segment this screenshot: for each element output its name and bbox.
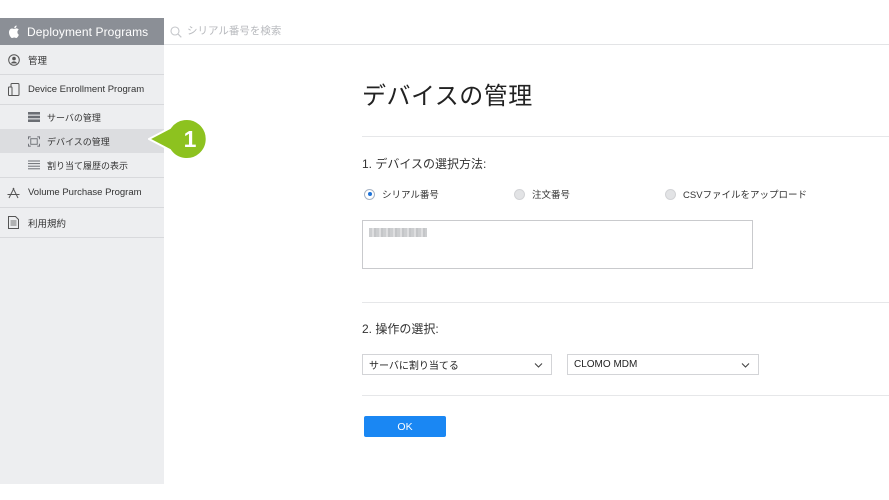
apple-logo-icon [8, 25, 20, 38]
action-select-value: サーバに割り当てる [369, 361, 459, 372]
search-bar [164, 18, 889, 45]
sidebar-subitem-label: 割り当て履歴の表示 [47, 160, 129, 171]
serial-textarea[interactable] [362, 220, 753, 269]
device-icon [7, 83, 20, 96]
radio-label: CSVファイルをアップロード [683, 190, 808, 201]
user-circle-icon [7, 53, 20, 66]
sidebar-item-dep[interactable]: Device Enrollment Program [0, 75, 164, 105]
chevron-down-icon [741, 361, 750, 368]
search-input[interactable] [187, 25, 487, 37]
radio-unselected-icon[interactable] [514, 188, 525, 200]
search-icon [170, 25, 182, 38]
redacted-serial [369, 228, 427, 237]
sidebar-item-vpp[interactable]: Volume Purchase Program [0, 178, 164, 208]
sidebar-header[interactable]: Deployment Programs [0, 18, 164, 45]
server-icon [28, 112, 40, 123]
server-select-value: CLOMO MDM [574, 359, 638, 370]
sidebar-subitem-history[interactable]: 割り当て履歴の表示 [0, 153, 164, 177]
page-title: デバイスの管理 [362, 83, 533, 110]
list-icon [28, 160, 40, 171]
step2-label: 2. 操作の選択: [362, 322, 439, 336]
sidebar-item-label: 利用規約 [28, 218, 67, 230]
annotation-number: 1 [184, 126, 197, 152]
sidebar-item-label: Volume Purchase Program [28, 187, 142, 198]
annotation-badge: 1 [148, 118, 208, 160]
chevron-down-icon [534, 361, 543, 368]
device-frame-icon [28, 135, 40, 147]
sidebar-nav: 管理 Device Enrollment Program サーバの管理 デバイス… [0, 45, 164, 238]
sidebar-subitem-label: サーバの管理 [47, 112, 101, 123]
radio-serial[interactable]: シリアル番号 [364, 187, 439, 201]
server-select[interactable]: CLOMO MDM [567, 354, 759, 375]
sidebar-item-terms[interactable]: 利用規約 [0, 208, 164, 238]
sidebar-item-label: 管理 [28, 55, 48, 67]
radio-csv[interactable]: CSVファイルをアップロード [665, 187, 807, 201]
sidebar-bottom-strip [0, 484, 164, 500]
radio-order[interactable]: 注文番号 [514, 187, 570, 201]
document-icon [7, 216, 20, 229]
sidebar-subitem-label: デバイスの管理 [47, 136, 110, 147]
sidebar-item-admin[interactable]: 管理 [0, 45, 164, 75]
step1-label: 1. デバイスの選択方法: [362, 157, 487, 171]
divider [362, 395, 889, 396]
sidebar-item-label: Device Enrollment Program [28, 84, 145, 95]
action-select[interactable]: サーバに割り当てる [362, 354, 552, 375]
divider [362, 302, 889, 303]
sidebar-top-strip [0, 0, 164, 18]
radio-unselected-icon[interactable] [665, 188, 676, 200]
radio-label: 注文番号 [532, 190, 571, 201]
dep-subitems: サーバの管理 デバイスの管理 割り当て履歴の表示 [0, 105, 164, 178]
ok-button[interactable]: OK [364, 416, 446, 437]
sidebar-subitem-server[interactable]: サーバの管理 [0, 105, 164, 129]
sidebar: Deployment Programs 管理 Device Enrollment… [0, 0, 164, 500]
radio-selected-icon[interactable] [364, 188, 375, 200]
sidebar-subitem-devices[interactable]: デバイスの管理 [0, 129, 164, 153]
app-store-icon [7, 186, 20, 199]
divider [362, 136, 889, 137]
radio-label: シリアル番号 [382, 190, 439, 201]
sidebar-header-title: Deployment Programs [27, 24, 149, 39]
